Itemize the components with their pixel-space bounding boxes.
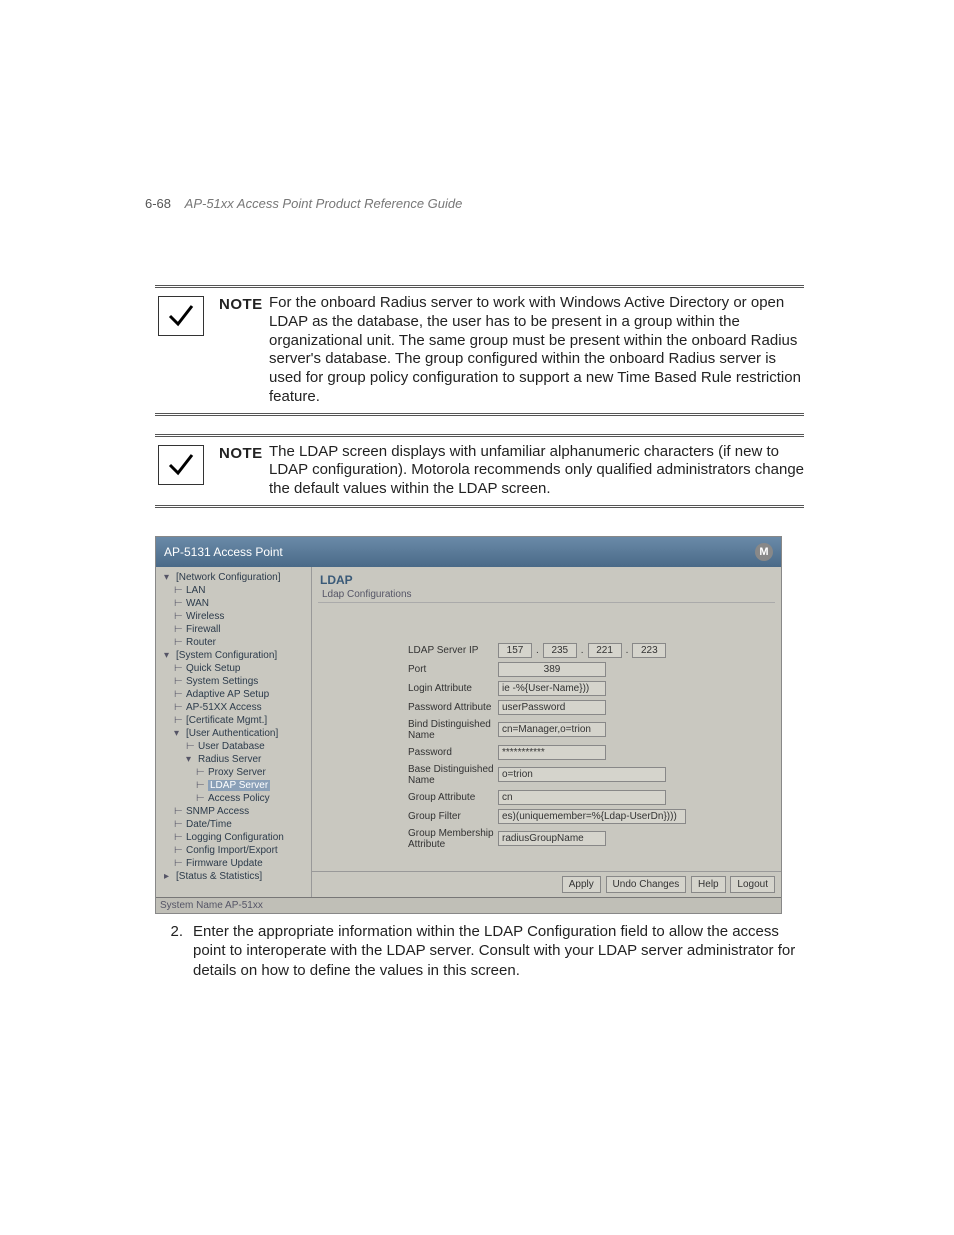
label-group-filter: Group Filter <box>318 811 498 822</box>
note-block-1: NOTE For the onboard Radius server to wo… <box>155 285 804 416</box>
label-server-ip: LDAP Server IP <box>318 645 498 656</box>
note-icon <box>155 294 207 336</box>
nav-date-time[interactable]: ⊢Date/Time <box>156 818 311 831</box>
page-number: 6-68 <box>145 196 171 211</box>
nav-ldap-server[interactable]: ⊢LDAP Server <box>156 779 311 792</box>
undo-button[interactable]: Undo Changes <box>606 876 687 893</box>
input-base-dn[interactable]: o=trion <box>498 767 666 782</box>
nav-status-stats[interactable]: ▸[Status & Statistics] <box>156 870 311 883</box>
nav-system-settings[interactable]: ⊢System Settings <box>156 675 311 688</box>
screenshot-window: AP-5131 Access Point M ▾[Network Configu… <box>155 536 782 914</box>
nav-wan[interactable]: ⊢WAN <box>156 597 311 610</box>
nav-network-config[interactable]: ▾[Network Configuration] <box>156 571 311 584</box>
nav-logging[interactable]: ⊢Logging Configuration <box>156 831 311 844</box>
window-title: AP-5131 Access Point <box>164 545 283 559</box>
footer-buttons: Apply Undo Changes Help Logout <box>312 871 781 897</box>
step-instruction: 2. Enter the appropriate information wit… <box>155 922 804 981</box>
note-block-2: NOTE The LDAP screen displays with unfam… <box>155 434 804 508</box>
label-group-membership: Group Membership Attribute <box>318 828 498 850</box>
note-icon <box>155 443 207 485</box>
nav-firewall[interactable]: ⊢Firewall <box>156 623 311 636</box>
input-pwd-attr[interactable]: userPassword <box>498 700 606 715</box>
page-header: 6-68 AP-51xx Access Point Product Refere… <box>145 196 462 211</box>
label-group-attr: Group Attribute <box>318 792 498 803</box>
nav-radius-server[interactable]: ▾Radius Server <box>156 753 311 766</box>
nav-config-import[interactable]: ⊢Config Import/Export <box>156 844 311 857</box>
checkmark-icon <box>158 296 204 336</box>
logout-button[interactable]: Logout <box>730 876 775 893</box>
panel-title: LDAP <box>312 567 781 589</box>
label-pwd-attr: Password Attribute <box>318 702 498 713</box>
input-password[interactable]: *********** <box>498 745 606 760</box>
apply-button[interactable]: Apply <box>562 876 601 893</box>
note-text-1: For the onboard Radius server to work wi… <box>269 294 804 407</box>
note-label: NOTE <box>219 443 269 462</box>
nav-quick-setup[interactable]: ⊢Quick Setup <box>156 662 311 675</box>
nav-ap51xx-access[interactable]: ⊢AP-51XX Access <box>156 701 311 714</box>
window-titlebar: AP-5131 Access Point M <box>156 537 781 567</box>
step-number: 2. <box>155 922 193 981</box>
checkmark-icon <box>158 445 204 485</box>
note-text-2: The LDAP screen displays with unfamiliar… <box>269 443 804 499</box>
help-button[interactable]: Help <box>691 876 726 893</box>
nav-user-auth[interactable]: ▾[User Authentication] <box>156 727 311 740</box>
input-group-filter[interactable]: es)(uniquemember=%{Ldap-UserDn}))) <box>498 809 686 824</box>
label-password: Password <box>318 747 498 758</box>
nav-adaptive-ap[interactable]: ⊢Adaptive AP Setup <box>156 688 311 701</box>
input-group-attr[interactable]: cn <box>498 790 666 805</box>
motorola-logo-icon: M <box>755 543 773 561</box>
nav-proxy-server[interactable]: ⊢Proxy Server <box>156 766 311 779</box>
nav-snmp-access[interactable]: ⊢SNMP Access <box>156 805 311 818</box>
input-port[interactable]: 389 <box>498 662 606 677</box>
nav-cert-mgmt[interactable]: ⊢[Certificate Mgmt.] <box>156 714 311 727</box>
nav-lan[interactable]: ⊢LAN <box>156 584 311 597</box>
label-login-attr: Login Attribute <box>318 683 498 694</box>
system-name-bar: System Name AP-51xx <box>156 897 781 913</box>
label-base-dn: Base Distinguished Name <box>318 764 498 786</box>
input-login-attr[interactable]: ie -%{User-Name})) <box>498 681 606 696</box>
note-label: NOTE <box>219 294 269 313</box>
input-group-membership[interactable]: radiusGroupName <box>498 831 606 846</box>
nav-access-policy[interactable]: ⊢Access Policy <box>156 792 311 805</box>
fieldset-label: Ldap Configurations <box>312 589 781 602</box>
nav-user-database[interactable]: ⊢User Database <box>156 740 311 753</box>
nav-tree: ▾[Network Configuration] ⊢LAN ⊢WAN ⊢Wire… <box>156 567 312 897</box>
label-bind-dn: Bind Distinguished Name <box>318 719 498 741</box>
ldap-form: LDAP Server IP 157. 235. 221. 223 Port 3… <box>318 602 775 854</box>
input-server-ip[interactable]: 157. 235. 221. 223 <box>498 643 666 658</box>
doc-title: AP-51xx Access Point Product Reference G… <box>185 196 463 211</box>
input-bind-dn[interactable]: cn=Manager,o=trion <box>498 722 606 737</box>
nav-wireless[interactable]: ⊢Wireless <box>156 610 311 623</box>
nav-router[interactable]: ⊢Router <box>156 636 311 649</box>
step-text: Enter the appropriate information within… <box>193 922 804 981</box>
label-port: Port <box>318 664 498 675</box>
nav-firmware[interactable]: ⊢Firmware Update <box>156 857 311 870</box>
nav-system-config[interactable]: ▾[System Configuration] <box>156 649 311 662</box>
